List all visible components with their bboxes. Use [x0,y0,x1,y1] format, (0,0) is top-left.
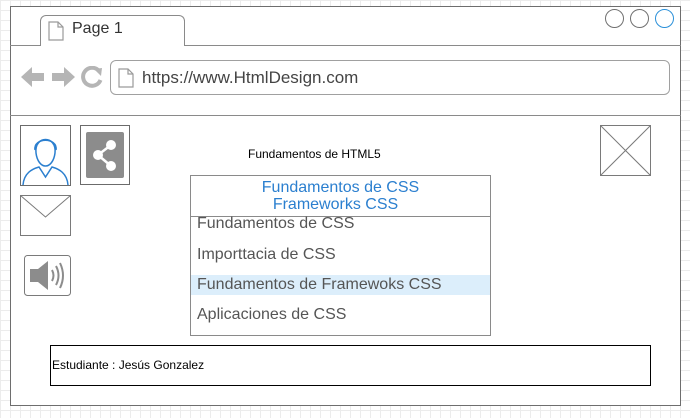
list-item[interactable]: Importtacia de CSS [191,245,490,265]
url-text: https://www.HtmlDesign.com [142,68,359,87]
forward-arrow-icon[interactable] [51,66,75,88]
list-item[interactable]: Aplicaciones de CSS [191,305,490,325]
topic-list[interactable]: Fundamentos de CSS Frameworks CSS Fundam… [190,175,491,336]
minimize-button[interactable] [605,9,624,28]
image-placeholder-icon [600,125,651,176]
list-item[interactable]: Fundamentos de CSS [191,214,490,234]
list-header-line2: Frameworks CSS [272,196,399,213]
close-button[interactable] [655,9,674,28]
speaker-icon[interactable] [24,255,71,296]
maximize-button[interactable] [630,9,649,28]
toolbar-divider [10,115,681,116]
user-avatar-icon [20,125,71,186]
tab-label: Page 1 [72,20,123,37]
list-header-line1: Fundamentos de CSS [261,179,420,196]
mail-icon[interactable] [20,195,71,236]
document-icon [48,21,64,41]
back-arrow-icon[interactable] [21,66,45,88]
page-title: Fundamentos de HTML5 [248,147,381,161]
list-item-selected[interactable]: Fundamentos de Framewoks CSS [191,275,490,295]
list-header: Fundamentos de CSS Frameworks CSS [191,176,490,217]
page-icon [118,68,134,88]
share-icon[interactable] [80,125,130,185]
student-label: Estudiante : Jesús Gonzalez [52,358,205,372]
refresh-icon[interactable] [81,66,103,88]
